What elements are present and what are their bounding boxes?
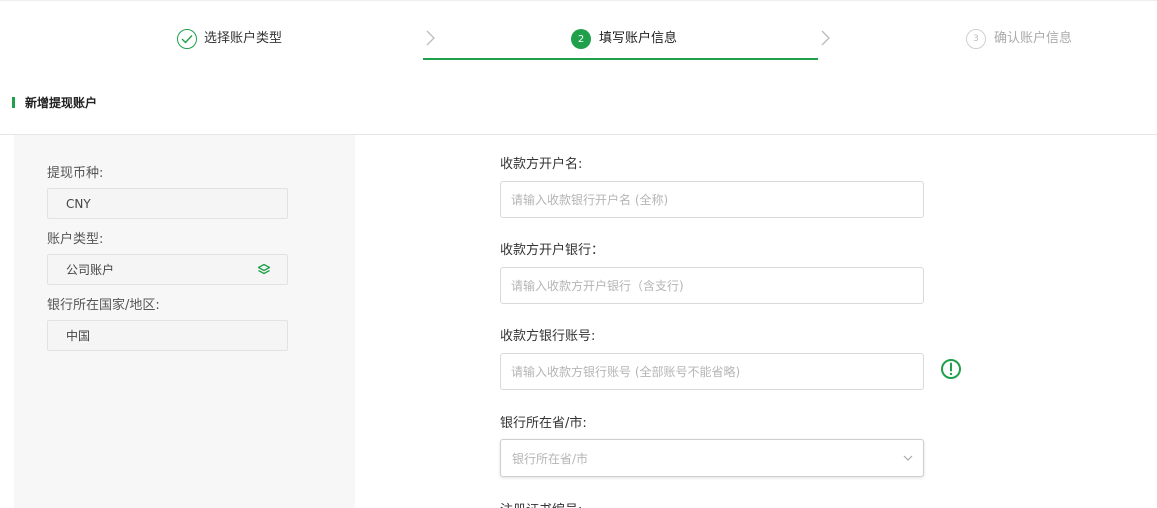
- account-type-value: 公司账户: [66, 263, 115, 277]
- step-label: 确认账户信息: [994, 31, 1073, 46]
- bank-province-placeholder: 银行所在省/市: [512, 451, 589, 466]
- step-confirm-account-info[interactable]: 3 确认账户信息: [966, 28, 1072, 50]
- registration-number-label: 注册证书编号:: [500, 499, 582, 508]
- bank-province-select[interactable]: 银行所在省/市: [500, 439, 924, 477]
- payee-name-label: 收款方开户名:: [500, 157, 583, 172]
- currency-field: CNY: [47, 188, 288, 219]
- country-value: 中国: [66, 329, 91, 343]
- payee-bank-label: 收款方开户银行：: [500, 243, 605, 258]
- chevron-right-icon: [821, 30, 830, 46]
- country-label: 银行所在国家/地区:: [47, 298, 160, 313]
- step-label: 填写账户信息: [599, 31, 678, 46]
- step-number: 2: [571, 29, 591, 49]
- currency-value: CNY: [66, 196, 91, 211]
- check-icon: [177, 29, 197, 49]
- chevron-down-icon: [903, 455, 913, 461]
- account-summary-panel: 提现币种: CNY 账户类型: 公司账户 银行所在国家/地区: 中国: [14, 135, 355, 508]
- account-type-field[interactable]: 公司账户: [47, 254, 288, 285]
- layers-icon[interactable]: [257, 263, 271, 277]
- step-select-account-type[interactable]: 选择账户类型: [177, 28, 282, 50]
- title-accent-bar: [12, 96, 15, 108]
- exclamation-circle-icon: [941, 359, 961, 379]
- step-label: 选择账户类型: [204, 31, 283, 46]
- account-type-label: 账户类型:: [47, 232, 104, 247]
- active-step-underline: [423, 58, 818, 60]
- steps-bar: 选择账户类型 2 填写账户信息 3 确认账户信息: [0, 0, 1157, 60]
- payee-name-input[interactable]: [500, 181, 924, 218]
- section-title: 新增提现账户: [12, 94, 97, 110]
- payee-account-label: 收款方银行账号:: [500, 329, 596, 344]
- chevron-right-icon: [426, 30, 435, 46]
- country-field: 中国: [47, 320, 288, 351]
- section-title-text: 新增提现账户: [25, 95, 98, 110]
- currency-label: 提现币种:: [47, 166, 104, 181]
- step-number: 3: [966, 29, 986, 49]
- step-fill-account-info[interactable]: 2 填写账户信息: [571, 28, 677, 50]
- bank-province-label: 银行所在省/市:: [500, 416, 587, 431]
- payee-account-input[interactable]: [500, 353, 924, 390]
- payee-bank-input[interactable]: [500, 267, 924, 304]
